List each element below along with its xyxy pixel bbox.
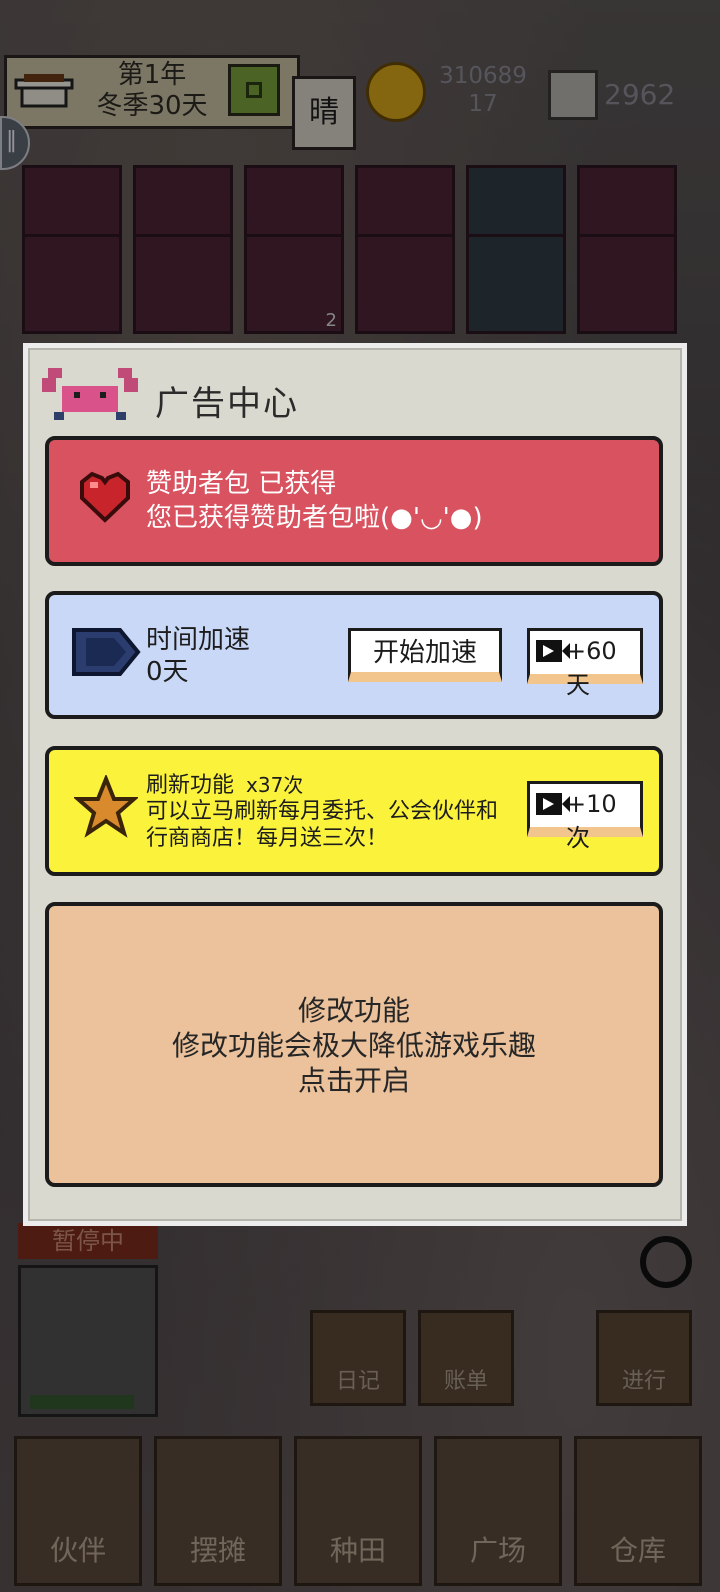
refresh-title-text: 刷新功能: [146, 773, 235, 798]
sponsor-status: 赞助者包 已获得: [146, 469, 337, 499]
watch-ad-60-days-button[interactable]: +60天: [527, 628, 643, 699]
video-ad-icon: [536, 640, 570, 662]
start-speedup-button[interactable]: 开始加速: [348, 628, 502, 682]
ad-reward-label: +60天: [566, 637, 617, 699]
speedup-days: 0天: [146, 657, 189, 687]
mod-enable-hint: 点击开启: [297, 1064, 410, 1097]
watch-ad-10-times-button[interactable]: +10次: [527, 781, 643, 852]
heart-icon: [80, 471, 130, 523]
star-icon: [74, 775, 138, 838]
video-ad-icon: [536, 793, 570, 815]
refresh-title: 刷新功能 x37次: [146, 772, 303, 799]
sponsor-pack-card[interactable]: [45, 436, 663, 566]
sponsor-message: 您已获得赞助者包啦(●'◡'●): [146, 503, 483, 533]
mod-title: 修改功能: [297, 994, 410, 1027]
crab-icon: [42, 368, 138, 420]
ad-reward-label: +10次: [566, 790, 617, 852]
fast-forward-icon: [72, 628, 141, 676]
speedup-title: 时间加速: [146, 625, 251, 655]
modal-title: 广告中心: [155, 384, 299, 424]
refresh-description: 可以立马刷新每月委托、公会伙伴和行商商店！每月送三次！: [146, 799, 499, 851]
refresh-count: x37次: [246, 773, 304, 797]
mod-warning: 修改功能会极大降低游戏乐趣: [171, 1029, 536, 1062]
